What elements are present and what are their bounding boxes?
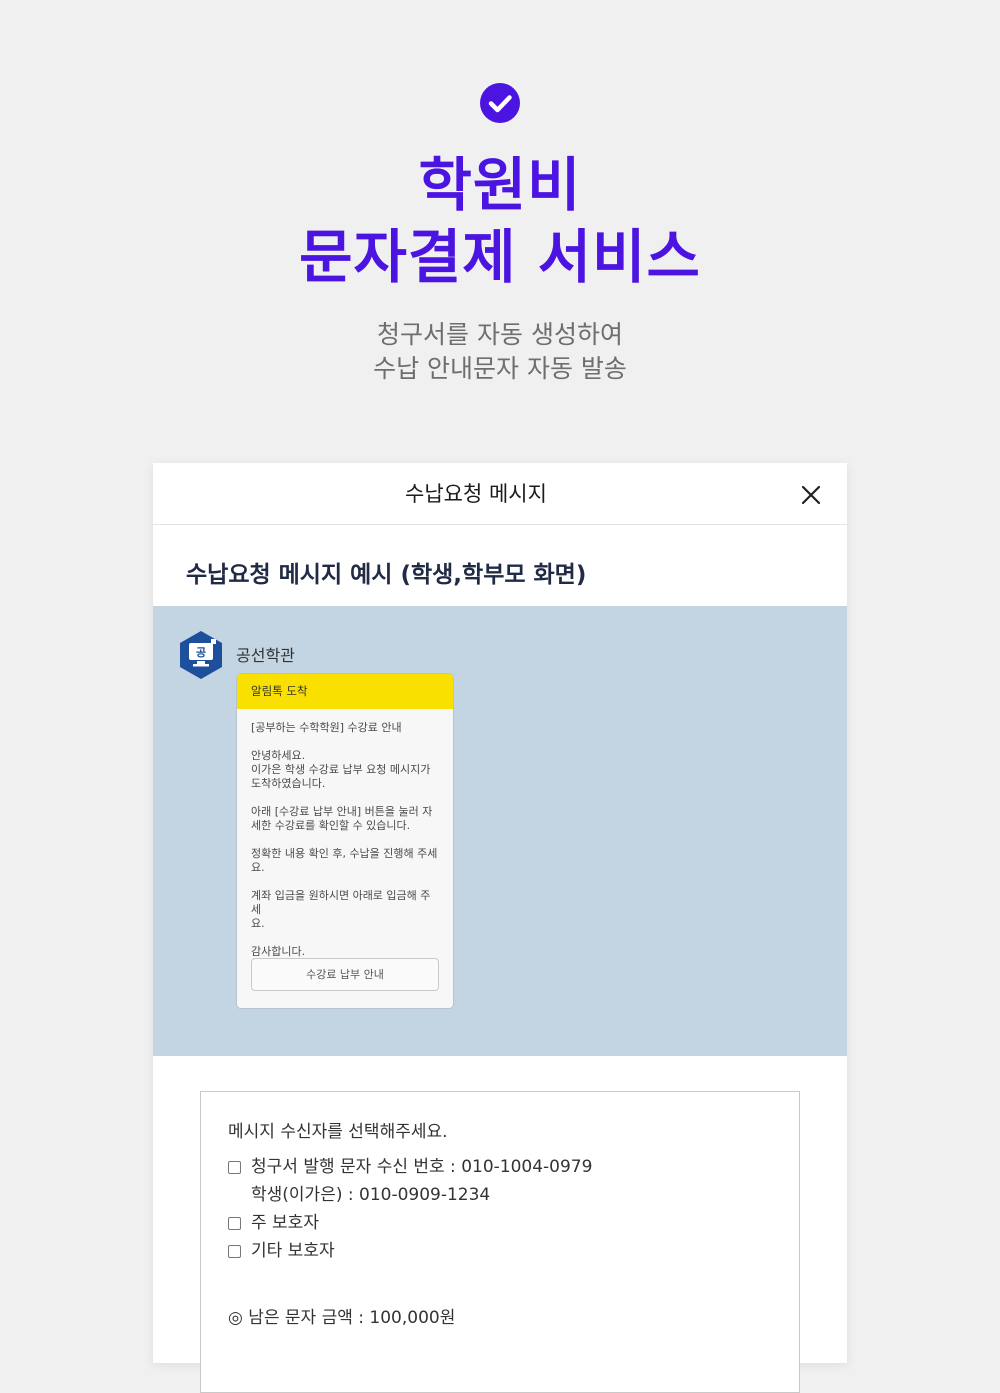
modal-title: 수납요청 메시지 <box>405 482 547 506</box>
sender-name: 공선학관 <box>236 646 295 665</box>
recipient-option-other-guardian[interactable]: 기타 보호자 <box>228 1239 335 1263</box>
message-paragraph: 안녕하세요. 이가은 학생 수강료 납부 요청 메시지가 도착하였습니다. <box>251 749 431 790</box>
bubble-header: 알림톡 도착 <box>237 674 453 709</box>
recipient-option-student-number: 학생(이가은) : 010-0909-1234 <box>251 1185 491 1205</box>
message-paragraph: [공부하는 수학학원] 수강료 안내 <box>251 721 402 734</box>
recipient-option-main-guardian[interactable]: 주 보호자 <box>228 1211 319 1235</box>
hero-subtitle-line2: 수납 안내문자 자동 발송 <box>373 354 627 383</box>
payment-request-modal: 수납요청 메시지 수납요청 메시지 예시 (학생,학부모 화면) 공 공선학관 … <box>153 463 847 1393</box>
hero-title-line1: 학원비 <box>418 151 582 219</box>
message-paragraph: 아래 [수강료 납부 안내] 버튼을 눌러 자 세한 수강료를 확인할 수 있습니… <box>251 805 433 832</box>
message-paragraph: 감사합니다. <box>251 945 306 958</box>
message-paragraph: 계좌 입금을 원하시면 아래로 입금해 주세 요. <box>251 889 431 930</box>
message-bubble: 알림톡 도착 [공부하는 수학학원] 수강료 안내 안녕하세요. 이가은 학생 수… <box>236 673 454 1009</box>
avatar-label: 공 <box>196 646 206 659</box>
message-preview: 공 공선학관 알림톡 도착 [공부하는 수학학원] 수강료 안내 안녕하세요. 이… <box>153 606 847 1056</box>
checkbox[interactable] <box>228 1216 241 1230</box>
tuition-payment-button[interactable]: 수강료 납부 안내 <box>251 958 439 991</box>
recipient-selection: 메시지 수신자를 선택해주세요. 청구서 발행 문자 수신 번호 : 010-1… <box>200 1091 800 1393</box>
modal-header: 수납요청 메시지 <box>153 463 847 525</box>
hero-subtitle-line1: 청구서를 자동 생성하여 <box>377 320 623 349</box>
checkbox[interactable] <box>228 1160 241 1174</box>
recipient-option-billing-number[interactable]: 청구서 발행 문자 수신 번호 : 010-1004-0979 <box>228 1155 592 1179</box>
recipient-prompt: 메시지 수신자를 선택해주세요. <box>228 1122 448 1142</box>
check-circle-icon <box>480 83 520 123</box>
bubble-body: [공부하는 수학학원] 수강료 안내 안녕하세요. 이가은 학생 수강료 납부 요… <box>237 709 453 959</box>
remaining-balance: ◎ 남은 문자 금액 : 100,000원 <box>228 1308 456 1328</box>
section-title: 수납요청 메시지 예시 (학생,학부모 화면) <box>186 562 587 588</box>
message-paragraph: 정확한 내용 확인 후, 수납을 진행해 주세 요. <box>251 847 438 874</box>
hero-title-line2: 문자결제 서비스 <box>299 223 701 291</box>
checkbox[interactable] <box>228 1244 241 1258</box>
academy-logo-icon: 공 <box>180 631 222 679</box>
close-icon[interactable] <box>800 484 822 506</box>
